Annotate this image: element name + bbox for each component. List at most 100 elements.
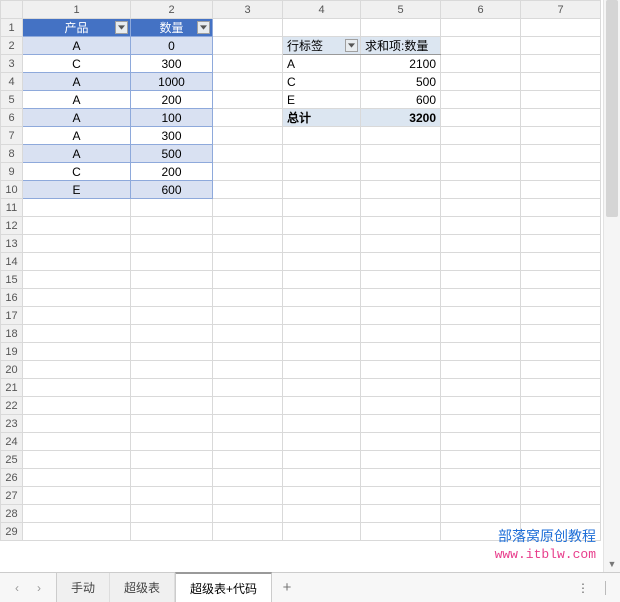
row-header[interactable]: 14 [1, 253, 23, 271]
select-all-corner[interactable] [1, 1, 23, 19]
cell[interactable] [361, 289, 441, 307]
cell[interactable] [131, 325, 213, 343]
cell[interactable] [283, 271, 361, 289]
cell[interactable] [441, 451, 521, 469]
cell[interactable] [441, 73, 521, 91]
row-header[interactable]: 20 [1, 361, 23, 379]
cell[interactable] [441, 199, 521, 217]
cell[interactable] [283, 343, 361, 361]
cell[interactable] [521, 145, 601, 163]
cell[interactable] [283, 289, 361, 307]
cell[interactable] [361, 181, 441, 199]
cell[interactable] [441, 19, 521, 37]
cell[interactable] [23, 451, 131, 469]
cell[interactable] [361, 19, 441, 37]
cell[interactable] [361, 199, 441, 217]
cell[interactable] [23, 433, 131, 451]
cell[interactable] [441, 109, 521, 127]
row-header[interactable]: 25 [1, 451, 23, 469]
cell[interactable] [361, 379, 441, 397]
cell[interactable] [213, 307, 283, 325]
add-sheet-button[interactable]: + [272, 573, 302, 602]
cell[interactable] [213, 469, 283, 487]
cell[interactable] [441, 55, 521, 73]
cell[interactable] [213, 199, 283, 217]
tab-nav-arrows[interactable]: ‹ › [0, 581, 56, 595]
spreadsheet-grid[interactable]: 1234567 1产品数量2A0行标签求和项:数量3C300A21004A100… [0, 0, 620, 572]
cell[interactable] [521, 505, 601, 523]
cell[interactable] [361, 325, 441, 343]
cell[interactable] [131, 433, 213, 451]
row-header[interactable]: 16 [1, 289, 23, 307]
column-header[interactable]: 2 [131, 1, 213, 19]
cell[interactable] [213, 271, 283, 289]
cell[interactable] [521, 217, 601, 235]
cell[interactable] [213, 55, 283, 73]
row-header[interactable]: 10 [1, 181, 23, 199]
cell[interactable] [213, 253, 283, 271]
cell[interactable] [131, 469, 213, 487]
vertical-scrollbar[interactable]: ▲ ▼ [603, 0, 620, 572]
row-header[interactable]: 24 [1, 433, 23, 451]
cell[interactable] [131, 505, 213, 523]
cell[interactable] [213, 505, 283, 523]
cell[interactable] [23, 289, 131, 307]
cell[interactable] [23, 253, 131, 271]
cell[interactable] [521, 325, 601, 343]
table-cell[interactable]: C [23, 163, 131, 181]
cell[interactable] [23, 361, 131, 379]
table-cell[interactable]: A [23, 73, 131, 91]
cell[interactable] [131, 307, 213, 325]
cell[interactable] [213, 163, 283, 181]
cell[interactable] [441, 343, 521, 361]
row-header[interactable]: 19 [1, 343, 23, 361]
cell[interactable] [23, 469, 131, 487]
row-header[interactable]: 2 [1, 37, 23, 55]
cell[interactable] [361, 145, 441, 163]
cell[interactable] [213, 433, 283, 451]
cell[interactable] [283, 19, 361, 37]
pivot-total-label[interactable]: 总计 [283, 109, 361, 127]
cell[interactable] [131, 451, 213, 469]
row-header[interactable]: 22 [1, 397, 23, 415]
scroll-down-arrow[interactable]: ▼ [604, 555, 620, 572]
cell[interactable] [521, 199, 601, 217]
cell[interactable] [361, 217, 441, 235]
row-header[interactable]: 17 [1, 307, 23, 325]
table-cell[interactable]: 0 [131, 37, 213, 55]
cell[interactable] [23, 217, 131, 235]
table-cell[interactable]: A [23, 109, 131, 127]
cell[interactable] [361, 343, 441, 361]
pivot-row-header[interactable]: 行标签 [283, 37, 361, 55]
cell[interactable] [283, 253, 361, 271]
cell[interactable] [283, 217, 361, 235]
cell[interactable] [521, 415, 601, 433]
cell[interactable] [441, 325, 521, 343]
tab-menu-icon[interactable]: ⋮ [577, 581, 591, 595]
cell[interactable] [441, 415, 521, 433]
column-header[interactable]: 3 [213, 1, 283, 19]
cell[interactable] [131, 289, 213, 307]
row-header[interactable]: 21 [1, 379, 23, 397]
cell[interactable] [521, 361, 601, 379]
cell[interactable] [361, 505, 441, 523]
cell[interactable] [441, 217, 521, 235]
cell[interactable] [213, 343, 283, 361]
cell[interactable] [441, 397, 521, 415]
column-header[interactable]: 4 [283, 1, 361, 19]
table-cell[interactable]: 1000 [131, 73, 213, 91]
table-cell[interactable]: A [23, 91, 131, 109]
cell[interactable] [361, 235, 441, 253]
cell[interactable] [283, 199, 361, 217]
row-header[interactable]: 5 [1, 91, 23, 109]
cell[interactable] [521, 37, 601, 55]
cell[interactable] [361, 415, 441, 433]
cell[interactable] [521, 235, 601, 253]
cell[interactable] [521, 487, 601, 505]
cell[interactable] [23, 415, 131, 433]
pivot-row-value[interactable]: 600 [361, 91, 441, 109]
cell[interactable] [23, 199, 131, 217]
row-header[interactable]: 15 [1, 271, 23, 289]
cell[interactable] [213, 523, 283, 541]
cell[interactable] [441, 289, 521, 307]
